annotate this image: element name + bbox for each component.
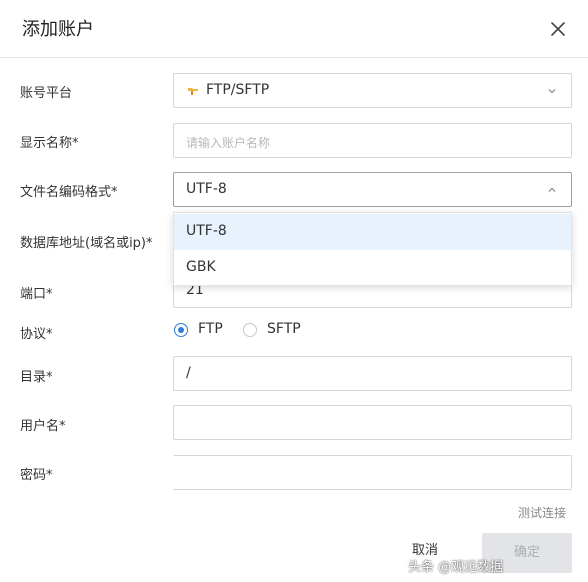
display-name-input[interactable]: 请输入账户名称: [173, 123, 572, 158]
chevron-up-icon: [548, 187, 556, 192]
encoding-value: UTF-8: [186, 181, 227, 197]
directory-input[interactable]: /: [173, 356, 572, 391]
encoding-option-utf8[interactable]: UTF-8: [174, 214, 571, 250]
encoding-option-gbk[interactable]: GBK: [174, 250, 571, 286]
platform-select[interactable]: FTP/SFTP: [173, 73, 572, 108]
platform-value: FTP/SFTP: [206, 82, 270, 98]
password-label: 密码*: [20, 468, 53, 483]
protocol-radio-ftp[interactable]: [174, 323, 188, 337]
encoding-select[interactable]: UTF-8: [173, 172, 572, 207]
directory-value: /: [186, 365, 191, 381]
directory-label: 目录*: [20, 370, 53, 385]
username-label: 用户名*: [20, 419, 66, 434]
encoding-dropdown: UTF-8 GBK: [173, 212, 572, 286]
platform-label: 账号平台: [20, 86, 73, 101]
password-input[interactable]: [173, 455, 572, 490]
dialog-header: 添加账户: [0, 0, 588, 58]
close-icon[interactable]: [548, 19, 568, 39]
port-label: 端口*: [20, 287, 53, 302]
ftp-platform-icon: [188, 88, 198, 95]
username-input[interactable]: [173, 405, 572, 440]
protocol-radio-sftp[interactable]: [243, 323, 257, 337]
encoding-label: 文件名编码格式*: [20, 185, 118, 200]
test-connection-link[interactable]: 测试连接: [518, 504, 566, 521]
protocol-option-sftp-label[interactable]: SFTP: [267, 321, 301, 337]
host-label: 数据库地址(域名或ip)*: [20, 236, 153, 251]
watermark: 头条 @观远数据: [408, 560, 504, 575]
protocol-label: 协议*: [20, 327, 53, 342]
protocol-option-ftp-label[interactable]: FTP: [198, 321, 223, 337]
encoding-option-label: UTF-8: [186, 223, 227, 239]
encoding-option-label: GBK: [186, 259, 216, 275]
display-name-label: 显示名称*: [20, 136, 79, 151]
chevron-down-icon: [548, 89, 556, 94]
dialog-title: 添加账户: [22, 19, 94, 40]
display-name-placeholder: 请输入账户名称: [186, 136, 271, 150]
add-account-dialog: 添加账户 账号平台 FTP/SFTP 显示名称* 请输入账户名称 文件名编码格式…: [0, 0, 588, 582]
